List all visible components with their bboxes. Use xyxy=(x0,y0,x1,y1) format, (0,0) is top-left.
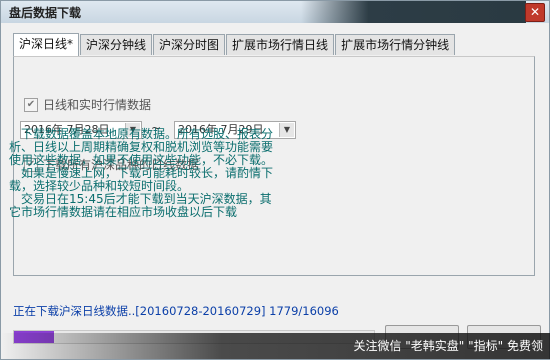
window-title: 盘后数据下载 xyxy=(9,6,82,20)
download-dialog: 盘后数据下载 ✕ 沪深日线* 沪深分钟线 沪深分时图 扩展市场行情日线 扩展市场… xyxy=(0,0,550,360)
option-daily-realtime-label: 日线和实时行情数据 xyxy=(43,98,152,112)
checkbox-daily-realtime[interactable]: ✔ xyxy=(24,97,38,112)
download-status: 正在下载沪深日线数据..[20160728-20160729] 1779/160… xyxy=(13,304,339,318)
tab-ext-daily[interactable]: 扩展市场行情日线 xyxy=(226,34,335,55)
footer-overlay: 关注微信 "老韩实盘" "指标" 免费领 xyxy=(1,333,550,359)
footer-caption: 关注微信 "老韩实盘" "指标" 免费领 xyxy=(353,339,543,353)
close-button[interactable]: ✕ xyxy=(525,3,545,22)
title-bar-background xyxy=(301,1,526,23)
tab-bar: 沪深日线* 沪深分钟线 沪深分时图 扩展市场行情日线 扩展市场行情分钟线 xyxy=(13,33,456,56)
tab-ext-minute[interactable]: 扩展市场行情分钟线 xyxy=(335,34,456,55)
info-text: 下载数据覆盖本地原有数据。所有选股、报表分 析、日线以上周期精确复权和脱机浏览等… xyxy=(9,128,509,219)
option-daily-realtime[interactable]: ✔ 日线和实时行情数据 xyxy=(24,96,151,113)
tab-intraday[interactable]: 沪深分时图 xyxy=(153,34,226,55)
tab-minute[interactable]: 沪深分钟线 xyxy=(80,34,153,55)
tab-daily[interactable]: 沪深日线* xyxy=(13,33,80,56)
info-line: 它市场行情数据请在相应市场收盘以后下载 xyxy=(9,205,238,219)
title-bar[interactable]: 盘后数据下载 ✕ xyxy=(1,1,549,23)
